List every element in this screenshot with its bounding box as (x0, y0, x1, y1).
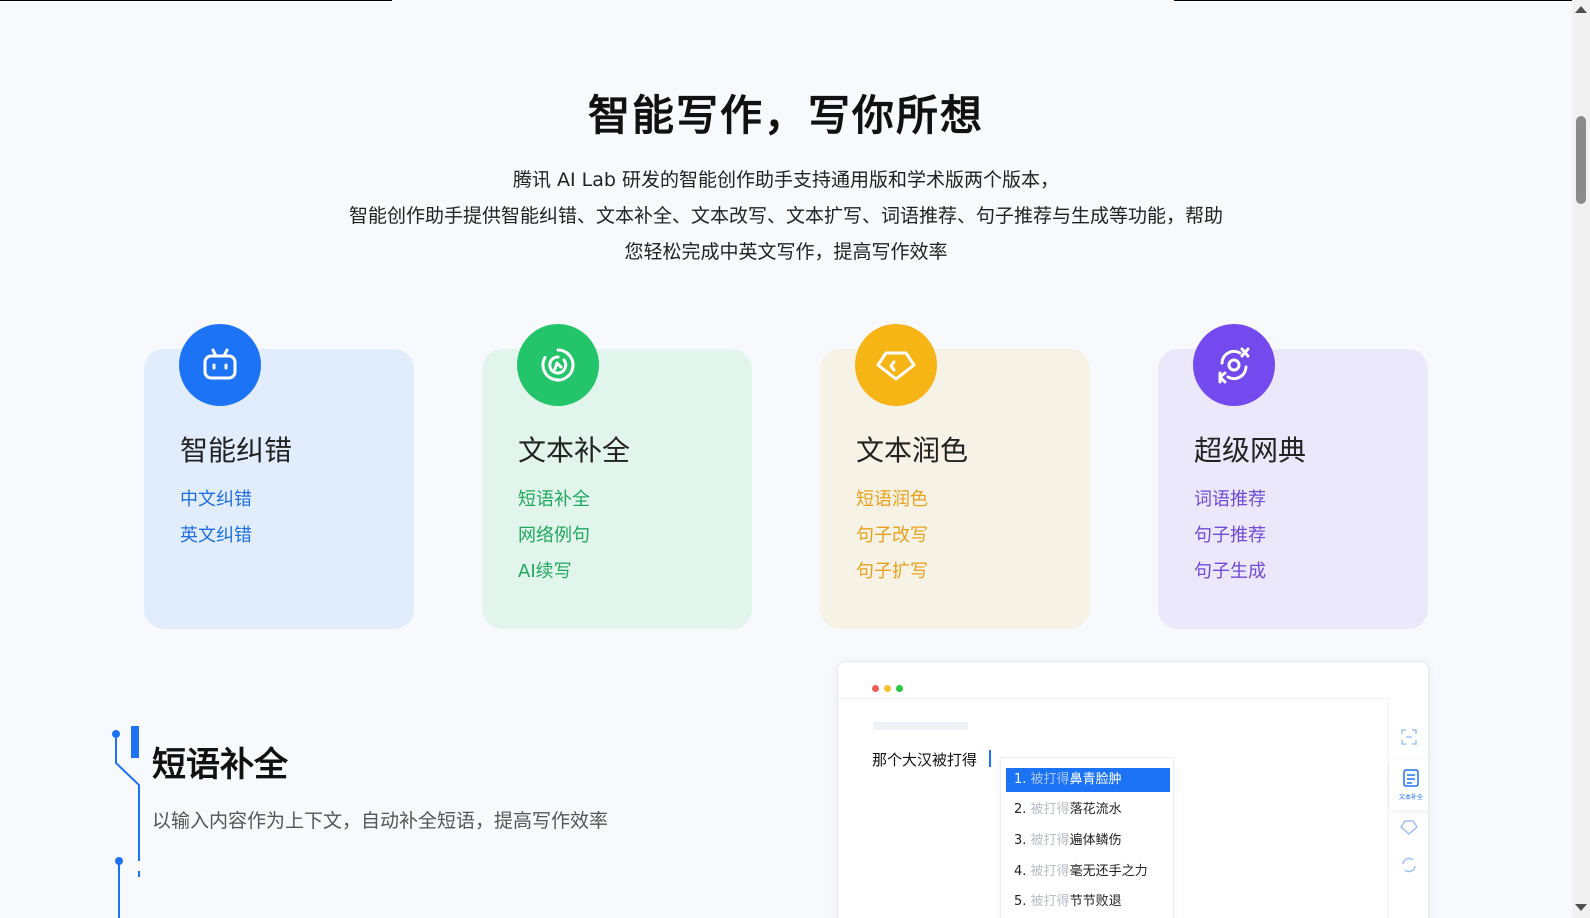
top-border-gap (392, 0, 1174, 1)
card-title: 超级网典 (1194, 434, 1307, 467)
maximize-dot (896, 685, 903, 692)
circuit-line-decoration (112, 726, 140, 918)
suggestion-item[interactable]: 2. 被打得落花流水 (1006, 798, 1170, 822)
link-ai-continue[interactable]: AI续写 (518, 557, 572, 583)
hero-desc-line-2: 智能创作助手提供智能纠错、文本补全、文本改写、文本扩写、词语推荐、句子推荐与生成… (348, 205, 1223, 227)
scroll-down-arrow[interactable] (1575, 904, 1587, 911)
window-controls (872, 677, 908, 696)
demo-window: 那个大汉被打得 1. 被打得鼻青脸肿 2. 被打得落花流水 3. 被打得遍体鳞伤… (837, 661, 1429, 918)
card-title: 智能纠错 (180, 434, 293, 467)
text-caret (989, 750, 991, 767)
card-text-completion[interactable]: 文本补全 短语补全 网络例句 AI续写 (482, 324, 752, 629)
hero-desc-line-3: 您轻松完成中英文写作，提高写作效率 (624, 241, 948, 263)
suggestion-dropdown: 1. 被打得鼻青脸肿 2. 被打得落花流水 3. 被打得遍体鳞伤 4. 被打得毫… (1000, 757, 1174, 918)
suggestion-item[interactable]: 1. 被打得鼻青脸肿 (1006, 768, 1170, 792)
suggestion-item[interactable]: 3. 被打得遍体鳞伤 (1006, 829, 1170, 853)
card-text-polish[interactable]: 文本润色 短语润色 句子改写 句子扩写 (820, 324, 1090, 629)
link-sentence-rewrite[interactable]: 句子改写 (856, 521, 928, 547)
scroll-up-arrow[interactable] (1575, 6, 1587, 13)
suggestion-item[interactable]: 5. 被打得节节败退 (1006, 890, 1170, 914)
link-phrase-polish[interactable]: 短语润色 (856, 485, 928, 511)
demo-side-toolbar: 文本补全 (1388, 698, 1428, 918)
close-dot (872, 685, 879, 692)
feature-title: 短语补全 (152, 745, 288, 785)
link-word-recommend[interactable]: 词语推荐 (1194, 485, 1266, 511)
hero-desc-line-1: 腾讯 AI Lab 研发的智能创作助手支持通用版和学术版两个版本， (512, 169, 1059, 191)
card-smart-correction[interactable]: 智能纠错 中文纠错 英文纠错 (144, 324, 414, 629)
refresh-chat-icon (517, 324, 599, 406)
translate-cycle-icon (1193, 324, 1275, 406)
link-phrase-completion[interactable]: 短语补全 (518, 485, 590, 511)
document-icon (1403, 769, 1419, 787)
vertical-scrollbar[interactable] (1572, 0, 1590, 918)
minimize-dot (884, 685, 891, 692)
card-title: 文本润色 (856, 434, 969, 467)
side-tab-label: 文本补全 (1398, 794, 1423, 801)
scan-correct-icon[interactable] (1400, 728, 1418, 746)
suggestion-item[interactable]: 4. 被打得毫无还手之力 (1006, 860, 1170, 884)
topbar-divider (838, 698, 1390, 699)
link-sentence-expand[interactable]: 句子扩写 (856, 557, 928, 583)
hero-description: 腾讯 AI Lab 研发的智能创作助手支持通用版和学术版两个版本， 智能创作助手… (0, 162, 1572, 270)
scroll-thumb[interactable] (1576, 116, 1586, 204)
feature-description: 以输入内容作为上下文，自动补全短语，提高写作效率 (152, 810, 609, 832)
link-web-examples[interactable]: 网络例句 (518, 521, 590, 547)
cycle-icon[interactable] (1400, 856, 1418, 874)
link-chinese-correction[interactable]: 中文纠错 (180, 485, 252, 511)
robot-icon (179, 324, 261, 406)
link-english-correction[interactable]: 英文纠错 (180, 521, 252, 547)
diamond-code-icon (855, 324, 937, 406)
editor-text[interactable]: 那个大汉被打得 (872, 749, 977, 770)
link-sentence-generate[interactable]: 句子生成 (1194, 557, 1266, 583)
card-title: 文本补全 (518, 434, 631, 467)
card-super-dictionary[interactable]: 超级网典 词语推荐 句子推荐 句子生成 (1158, 324, 1428, 629)
hero-title: 智能写作，写你所想 (587, 91, 984, 140)
page: 智能写作，写你所想 腾讯 AI Lab 研发的智能创作助手支持通用版和学术版两个… (0, 0, 1572, 918)
link-sentence-recommend[interactable]: 句子推荐 (1194, 521, 1266, 547)
placeholder-bar (873, 722, 968, 730)
diamond-polish-icon[interactable] (1400, 818, 1418, 836)
side-tab-text-completion[interactable]: 文本补全 (1389, 760, 1428, 810)
